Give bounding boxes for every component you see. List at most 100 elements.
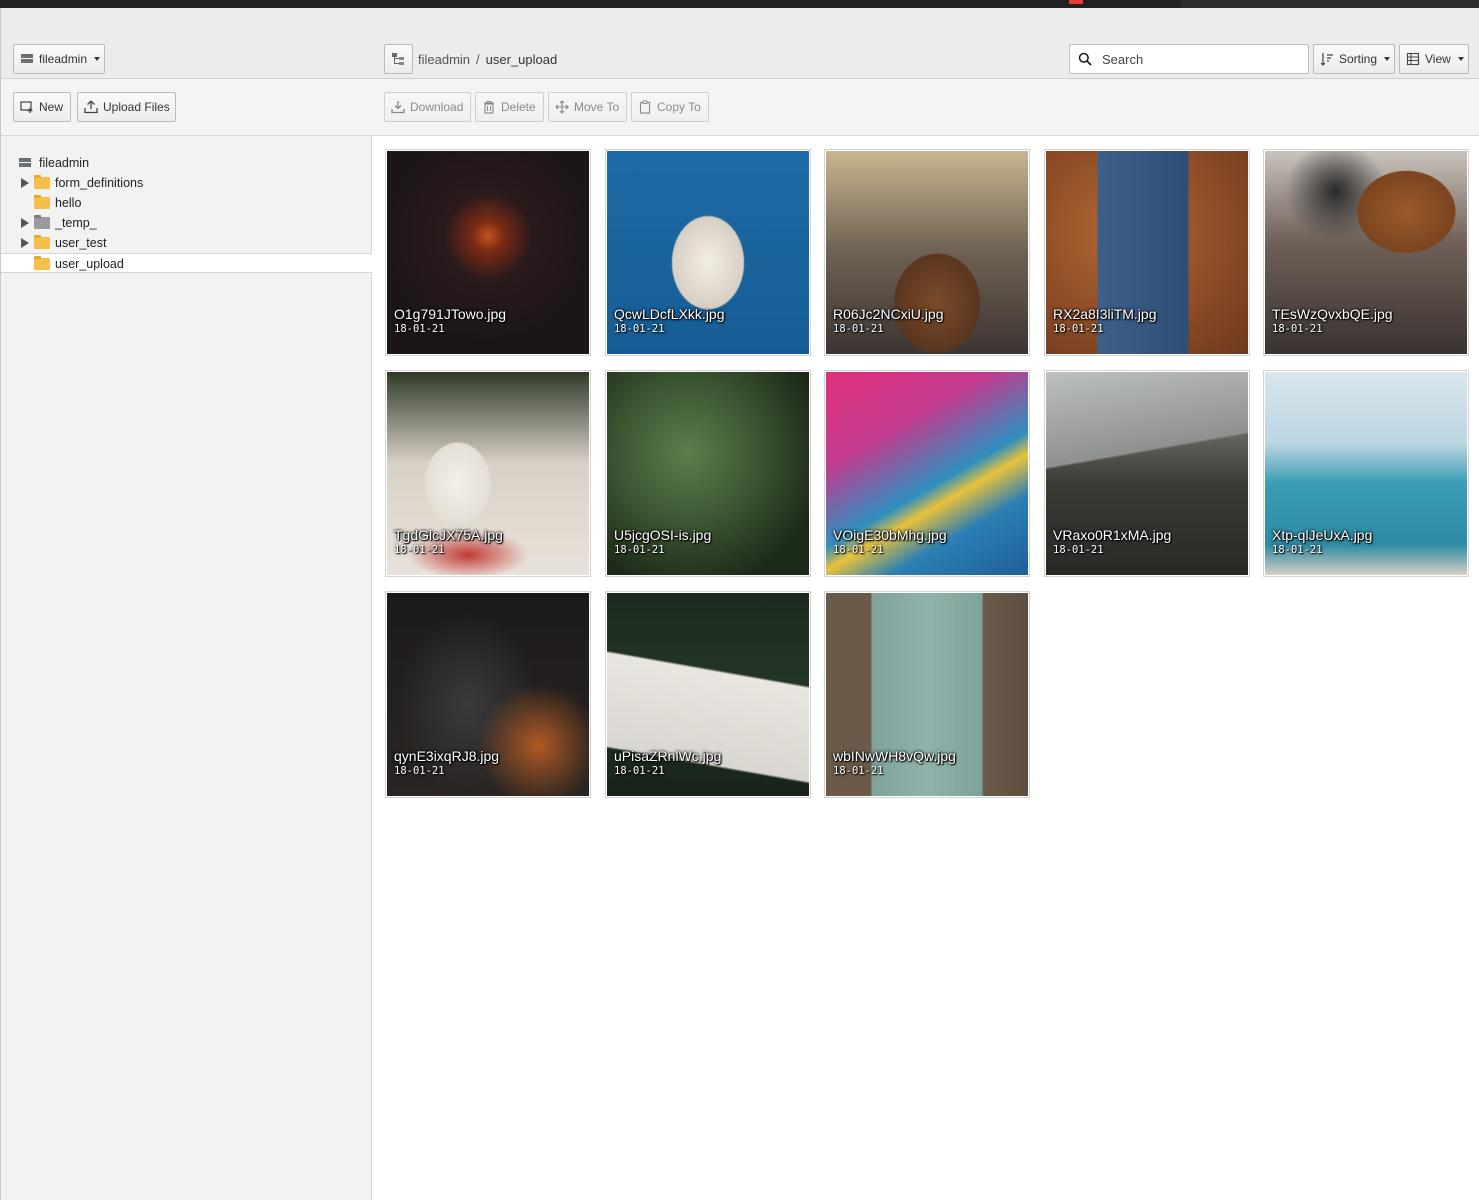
file-name: uPisaZRnlWc.jpg (614, 748, 722, 764)
folder-icon (34, 175, 50, 189)
file-date: 18-01-21 (614, 765, 665, 777)
top-frame-bar (0, 0, 1479, 8)
toggle-tree-button[interactable] (384, 44, 413, 74)
new-file-icon (20, 100, 34, 114)
storage-icon (20, 52, 34, 66)
file-tile[interactable]: U5jcgOSI-is.jpg 18-01-21 (605, 370, 811, 577)
file-tile[interactable]: Xtp-qlJeUxA.jpg 18-01-21 (1263, 370, 1469, 577)
view-grid-icon (1406, 52, 1420, 66)
file-date: 18-01-21 (394, 323, 445, 335)
sorting-button[interactable]: Sorting (1313, 44, 1395, 74)
file-browser-panel: fileadmin / user_upload Sorting View (372, 8, 1479, 1200)
clipboard-icon (638, 100, 652, 114)
new-button[interactable]: New (13, 92, 71, 122)
storage-selector-button[interactable]: fileadmin (13, 44, 105, 74)
download-icon (391, 100, 405, 114)
storage-selector-label: fileadmin (39, 52, 88, 66)
delete-label: Delete (501, 100, 536, 114)
upload-files-button[interactable]: Upload Files (77, 92, 176, 122)
folder-tree: fileadmin form_definitions hello _temp_ … (1, 153, 372, 273)
folder-tree-panel: fileadmin New Upload Files fileadmin for… (0, 8, 372, 1200)
file-tile[interactable]: QcwLDcfLXkk.jpg 18-01-21 (605, 149, 811, 356)
trash-icon (482, 100, 496, 114)
file-tile[interactable]: O1g791JTowo.jpg 18-01-21 (385, 149, 591, 356)
file-name: TgdGlcJX75A.jpg (394, 527, 503, 543)
upload-icon (84, 100, 98, 114)
breadcrumb-separator: / (476, 52, 480, 67)
tree-item-label: hello (55, 196, 82, 210)
file-tile[interactable]: qynE3ixqRJ8.jpg 18-01-21 (385, 591, 591, 798)
breadcrumb-item-current: user_upload (485, 52, 558, 67)
file-name: wbINwWH8vQw.jpg (833, 748, 956, 764)
storage-root-icon (18, 156, 32, 170)
file-date: 18-01-21 (614, 544, 665, 556)
download-label: Download (410, 100, 464, 114)
file-tile[interactable]: R06Jc2NCxiU.jpg 18-01-21 (824, 149, 1030, 356)
expand-arrow-icon[interactable] (21, 238, 29, 248)
sidebar-toolbar: New Upload Files (1, 79, 372, 136)
file-name: QcwLDcfLXkk.jpg (614, 306, 725, 322)
file-date: 18-01-21 (394, 765, 445, 777)
file-tile[interactable]: uPisaZRnlWc.jpg 18-01-21 (605, 591, 811, 798)
file-name: R06Jc2NCxiU.jpg (833, 306, 944, 322)
expand-arrow-icon[interactable] (21, 218, 29, 228)
file-date: 18-01-21 (833, 323, 884, 335)
file-date: 18-01-21 (833, 544, 884, 556)
file-tile[interactable]: wbINwWH8vQw.jpg 18-01-21 (824, 591, 1030, 798)
move-to-button[interactable]: Move To (548, 92, 627, 122)
folder-icon (34, 235, 50, 249)
copy-to-label: Copy To (657, 100, 701, 114)
file-date: 18-01-21 (394, 544, 445, 556)
tree-root-fileadmin[interactable]: fileadmin (1, 153, 372, 173)
sorting-label: Sorting (1339, 52, 1378, 66)
tree-item-label: user_upload (55, 257, 124, 271)
file-name: Xtp-qlJeUxA.jpg (1272, 527, 1373, 543)
download-button[interactable]: Download (384, 92, 471, 122)
chevron-down-icon (1384, 57, 1391, 61)
tree-item-temp[interactable]: _temp_ (1, 213, 372, 233)
file-tile[interactable]: VOigE30bMhg.jpg 18-01-21 (824, 370, 1030, 577)
tree-item-label: _temp_ (55, 216, 97, 230)
upload-files-label: Upload Files (103, 100, 170, 114)
file-name: VRaxo0R1xMA.jpg (1053, 527, 1172, 543)
copy-to-button[interactable]: Copy To (631, 92, 709, 122)
file-date: 18-01-21 (1053, 544, 1104, 556)
tree-root-label: fileadmin (39, 156, 90, 170)
main-header: fileadmin / user_upload Sorting View (372, 8, 1479, 79)
tree-item-user-test[interactable]: user_test (1, 233, 372, 253)
delete-button[interactable]: Delete (475, 92, 544, 122)
chevron-down-icon (94, 57, 101, 61)
top-bar-accent (1069, 0, 1083, 4)
expand-arrow-icon[interactable] (21, 178, 29, 188)
tree-item-label: form_definitions (55, 176, 144, 190)
folder-icon (34, 256, 50, 270)
top-bar-segment (1181, 0, 1479, 8)
file-tile[interactable]: VRaxo0R1xMA.jpg 18-01-21 (1044, 370, 1250, 577)
file-name: TEsWzQvxbQE.jpg (1272, 306, 1393, 322)
file-date: 18-01-21 (1272, 544, 1323, 556)
search-icon (1078, 52, 1092, 66)
file-tile[interactable]: TgdGlcJX75A.jpg 18-01-21 (385, 370, 591, 577)
breadcrumb-item-fileadmin[interactable]: fileadmin (418, 52, 470, 67)
search-box[interactable] (1069, 44, 1309, 74)
tree-item-label: user_test (55, 236, 107, 250)
file-date: 18-01-21 (1272, 323, 1323, 335)
search-input[interactable] (1100, 50, 1290, 68)
tree-item-form-definitions[interactable]: form_definitions (1, 173, 372, 193)
tree-item-hello[interactable]: hello (1, 193, 372, 213)
tree-item-user-upload[interactable]: user_upload (1, 253, 372, 273)
sidebar-header: fileadmin (1, 8, 372, 79)
view-label: View (1425, 52, 1451, 66)
file-date: 18-01-21 (614, 323, 665, 335)
file-date: 18-01-21 (1053, 323, 1104, 335)
new-button-label: New (39, 100, 64, 114)
file-tile[interactable]: TEsWzQvxbQE.jpg 18-01-21 (1263, 149, 1469, 356)
file-name: qynE3ixqRJ8.jpg (394, 748, 500, 764)
folder-icon (34, 215, 50, 229)
tree-toggle-icon (391, 52, 405, 66)
file-tile[interactable]: RX2a8I3liTM.jpg 18-01-21 (1044, 149, 1250, 356)
file-date: 18-01-21 (833, 765, 884, 777)
file-name: U5jcgOSI-is.jpg (614, 527, 712, 543)
sort-icon (1320, 52, 1334, 66)
view-button[interactable]: View (1399, 44, 1469, 74)
